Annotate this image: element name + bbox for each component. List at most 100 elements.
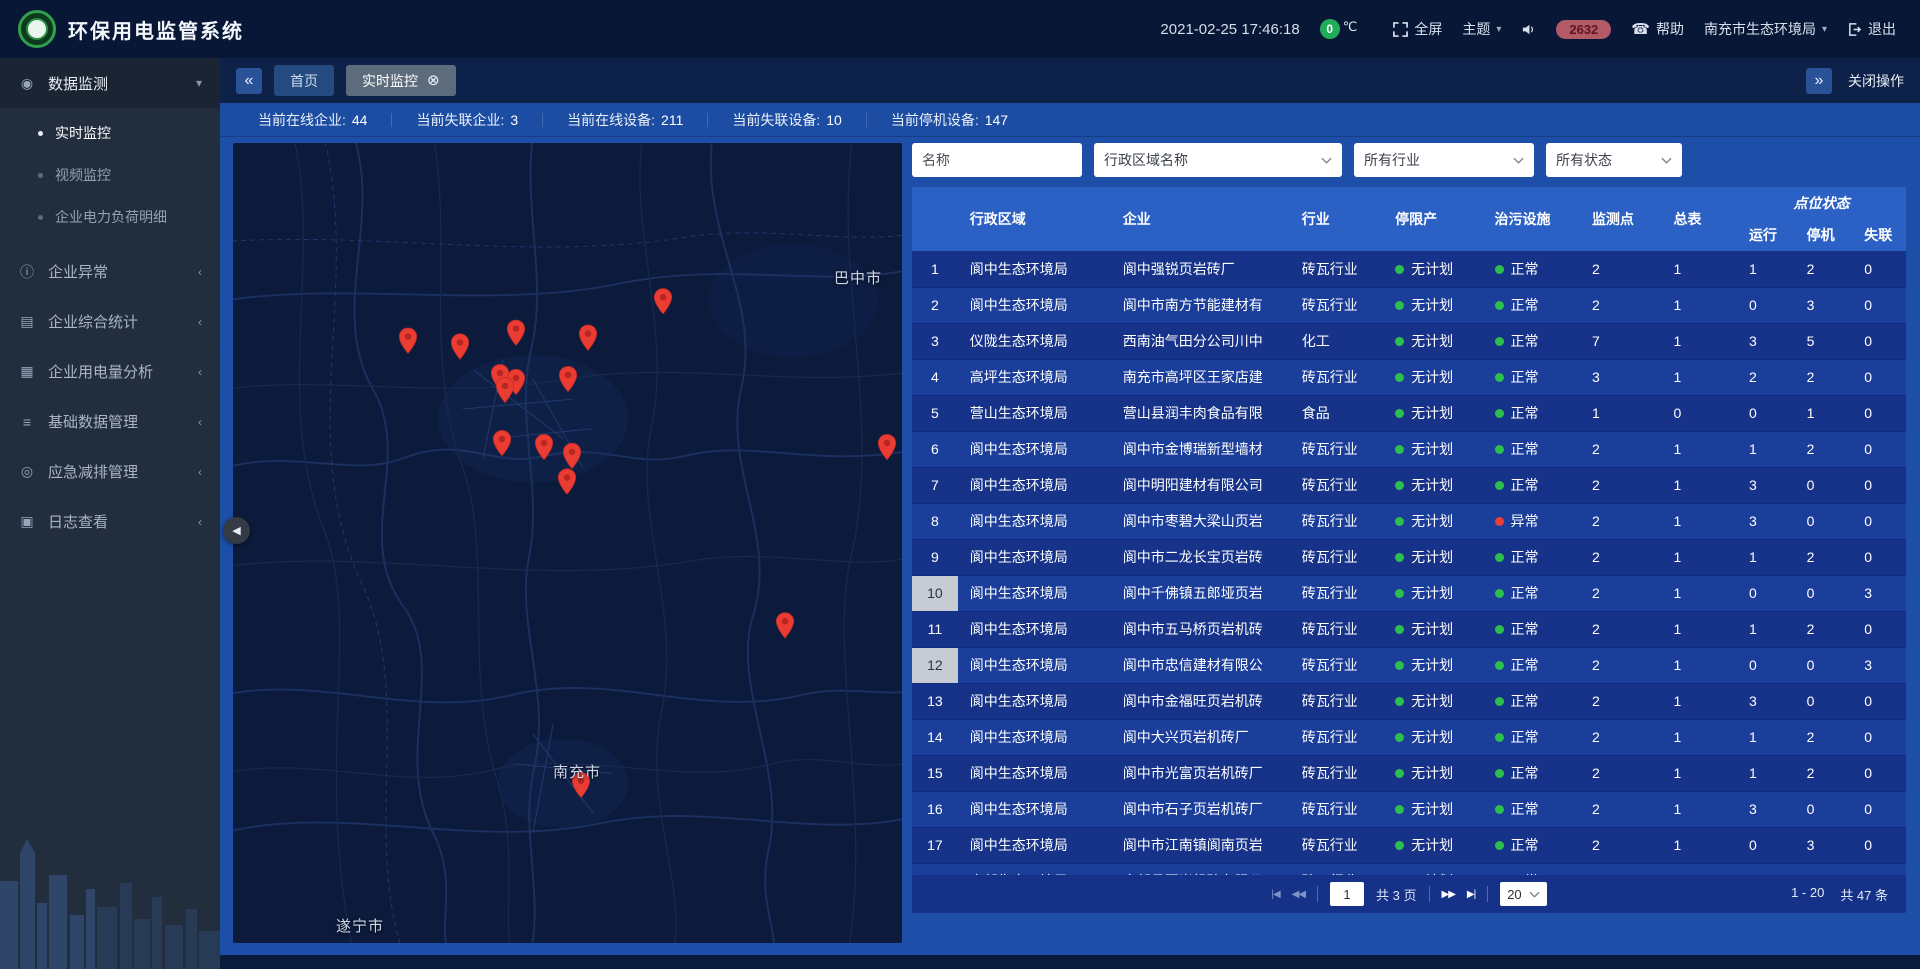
table-row[interactable]: 9 阆中生态环境局 阆中市二龙长宝页岩砖 砖瓦行业 无计划 正常 2 1 1 bbox=[912, 539, 1906, 575]
row-stopped: 0 bbox=[1795, 575, 1853, 611]
table-row[interactable]: 14 阆中生态环境局 阆中大兴页岩机砖厂 砖瓦行业 无计划 正常 2 1 1 bbox=[912, 719, 1906, 755]
current-page-input[interactable]: 1 bbox=[1330, 882, 1364, 906]
row-company[interactable]: 阆中市枣碧大梁山页岩 bbox=[1111, 503, 1290, 539]
prev-page-button[interactable]: ◀◀ bbox=[1292, 889, 1305, 900]
table-row[interactable]: 11 阆中生态环境局 阆中市五马桥页岩机砖 砖瓦行业 无计划 正常 2 1 1 bbox=[912, 611, 1906, 647]
org-dropdown[interactable]: 南充市生态环境局 ▾ bbox=[1704, 19, 1827, 39]
sidebar-menu-item[interactable]: ◎ 应急减排管理 ‹ bbox=[0, 446, 220, 496]
row-company[interactable]: 阆中大兴页岩机砖厂 bbox=[1111, 719, 1290, 755]
col-production-limit: 停限产 bbox=[1383, 187, 1482, 251]
row-company[interactable]: 营山县润丰肉食品有限 bbox=[1111, 395, 1290, 431]
row-company[interactable]: 西南油气田分公司川中 bbox=[1111, 323, 1290, 359]
table-row[interactable]: 10 阆中生态环境局 阆中千佛镇五郎垭页岩 砖瓦行业 无计划 正常 2 1 0 bbox=[912, 575, 1906, 611]
row-offline: 0 bbox=[1852, 683, 1906, 719]
row-company[interactable]: 阆中千佛镇五郎垭页岩 bbox=[1111, 575, 1290, 611]
row-industry: 砖瓦行业 bbox=[1290, 719, 1383, 755]
chevron-collapsed-icon: ‹ bbox=[198, 365, 202, 379]
table-row[interactable]: 2 阆中生态环境局 阆中市南方节能建材有 砖瓦行业 无计划 正常 2 1 0 bbox=[912, 287, 1906, 323]
page-size-select[interactable]: 20 bbox=[1500, 882, 1546, 906]
row-monitor-points: 1 bbox=[1580, 395, 1662, 431]
map-pin-icon[interactable] bbox=[579, 325, 596, 350]
table-row[interactable]: 4 高坪生态环境局 南充市高坪区王家店建 砖瓦行业 无计划 正常 3 1 2 bbox=[912, 359, 1906, 395]
sidebar-submenu-item[interactable]: 视频监控 bbox=[0, 154, 220, 196]
tab-realtime-monitor[interactable]: 实时监控 ⊗ bbox=[346, 65, 456, 96]
row-company[interactable]: 阆中市金福旺页岩机砖 bbox=[1111, 683, 1290, 719]
map-pin-icon[interactable] bbox=[451, 334, 468, 359]
row-company[interactable]: 阆中市二龙长宝页岩砖 bbox=[1111, 539, 1290, 575]
row-monitor-points: 7 bbox=[1580, 323, 1662, 359]
row-company[interactable]: 阆中市五马桥页岩机砖 bbox=[1111, 611, 1290, 647]
sidebar-menu-item[interactable]: ⓘ 企业异常 ‹ bbox=[0, 246, 220, 296]
col-index bbox=[912, 187, 958, 251]
region-filter-select[interactable]: 行政区域名称 bbox=[1094, 143, 1342, 177]
table-row[interactable]: 7 阆中生态环境局 阆中明阳建材有限公司 砖瓦行业 无计划 正常 2 1 3 bbox=[912, 467, 1906, 503]
sidebar-submenu-item[interactable]: 实时监控 bbox=[0, 112, 220, 154]
stats-bar: 当前在线企业: 44 当前失联企业: 3 当前在线设备: 211 当前失联设备:… bbox=[220, 103, 1920, 137]
theme-dropdown[interactable]: 主题 ▾ bbox=[1462, 19, 1501, 39]
logout-button[interactable]: 退出 bbox=[1847, 19, 1896, 39]
map-pin-icon[interactable] bbox=[654, 289, 671, 314]
sidebar-menu-item[interactable]: ≡ 基础数据管理 ‹ bbox=[0, 396, 220, 446]
table-row[interactable]: 8 阆中生态环境局 阆中市枣碧大梁山页岩 砖瓦行业 无计划 异常 2 1 3 bbox=[912, 503, 1906, 539]
table-row[interactable]: 3 仪陇生态环境局 西南油气田分公司川中 化工 无计划 正常 7 1 3 5 bbox=[912, 323, 1906, 359]
row-region: 南部生态环境局 bbox=[958, 863, 1111, 875]
row-company[interactable]: 南充市高坪区王家店建 bbox=[1111, 359, 1290, 395]
map-pin-icon[interactable] bbox=[776, 613, 793, 638]
row-company[interactable]: 阆中市南方节能建材有 bbox=[1111, 287, 1290, 323]
row-company[interactable]: 阆中市石子页岩机砖厂 bbox=[1111, 791, 1290, 827]
table-row[interactable]: 13 阆中生态环境局 阆中市金福旺页岩机砖 砖瓦行业 无计划 正常 2 1 3 bbox=[912, 683, 1906, 719]
row-total-meter: 1 bbox=[1661, 755, 1737, 791]
tab-home[interactable]: 首页 bbox=[274, 65, 334, 96]
map-pin-icon[interactable] bbox=[399, 328, 416, 353]
table-row[interactable]: 1 阆中生态环境局 阆中强锐页岩砖厂 砖瓦行业 无计划 正常 2 1 1 2 bbox=[912, 251, 1906, 287]
row-company[interactable]: 阆中市忠信建材有限公 bbox=[1111, 647, 1290, 683]
row-stopped: 3 bbox=[1795, 863, 1853, 875]
main-content: 巴中市 南充市 遂宁市 ◀ 行政区域名称 所有行业 bbox=[220, 137, 1920, 955]
map-pin-icon[interactable] bbox=[507, 320, 524, 345]
chevron-collapsed-icon: ‹ bbox=[198, 465, 202, 479]
row-company[interactable]: 阆中市金博瑞新型墙材 bbox=[1111, 431, 1290, 467]
sidebar-menu-item[interactable]: ▤ 企业综合统计 ‹ bbox=[0, 296, 220, 346]
row-company[interactable]: 阆中市江南镇阆南页岩 bbox=[1111, 827, 1290, 863]
row-industry: 砖瓦行业 bbox=[1290, 431, 1383, 467]
sidebar-menu-item[interactable]: ▣ 日志查看 ‹ bbox=[0, 496, 220, 546]
table-row[interactable]: 16 阆中生态环境局 阆中市石子页岩机砖厂 砖瓦行业 无计划 正常 2 1 3 bbox=[912, 791, 1906, 827]
row-company[interactable]: 南部县页岩机砖有限公 bbox=[1111, 863, 1290, 875]
table-row[interactable]: 12 阆中生态环境局 阆中市忠信建材有限公 砖瓦行业 无计划 正常 2 1 0 bbox=[912, 647, 1906, 683]
fullscreen-button[interactable]: 全屏 bbox=[1393, 19, 1442, 39]
industry-filter-select[interactable]: 所有行业 bbox=[1354, 143, 1534, 177]
row-monitor-points: 2 bbox=[1580, 647, 1662, 683]
table-row[interactable]: 15 阆中生态环境局 阆中市光富页岩机砖厂 砖瓦行业 无计划 正常 2 1 1 bbox=[912, 755, 1906, 791]
row-company[interactable]: 阆中强锐页岩砖厂 bbox=[1111, 251, 1290, 287]
table-row[interactable]: 18 南部生态环境局 南部县页岩机砖有限公 砖瓦行业 无计划 正常 2 1 0 bbox=[912, 863, 1906, 875]
sidebar-item-data-monitor[interactable]: ◉ 数据监测 ▾ bbox=[0, 58, 220, 108]
close-operations-button[interactable]: 关闭操作 bbox=[1848, 71, 1904, 91]
row-offline: 0 bbox=[1852, 287, 1906, 323]
notice-count-badge[interactable]: 2632 bbox=[1556, 20, 1611, 39]
table-row[interactable]: 6 阆中生态环境局 阆中市金博瑞新型墙材 砖瓦行业 无计划 正常 2 1 1 bbox=[912, 431, 1906, 467]
map-panel[interactable]: 巴中市 南充市 遂宁市 bbox=[233, 143, 902, 943]
next-page-button[interactable]: ▶▶ bbox=[1442, 889, 1455, 900]
tab-close-icon[interactable]: ⊗ bbox=[427, 73, 440, 88]
row-running: 0 bbox=[1737, 395, 1795, 431]
table-row[interactable]: 5 营山生态环境局 营山县润丰肉食品有限 食品 无计划 正常 1 0 0 1 bbox=[912, 395, 1906, 431]
map-pin-icon[interactable] bbox=[878, 434, 895, 459]
first-page-button[interactable]: |◀ bbox=[1271, 889, 1279, 900]
status-filter-select[interactable]: 所有状态 bbox=[1546, 143, 1682, 177]
help-button[interactable]: ☎ 帮助 bbox=[1631, 19, 1684, 39]
name-filter-input[interactable] bbox=[912, 143, 1082, 177]
map-pin-icon[interactable] bbox=[558, 469, 575, 494]
sidebar-collapse-button[interactable]: ◀ bbox=[223, 517, 250, 544]
sidebar-menu-item[interactable]: ▦ 企业用电量分析 ‹ bbox=[0, 346, 220, 396]
tabs-scroll-left-button[interactable]: « bbox=[236, 68, 262, 94]
announcement-button[interactable] bbox=[1521, 22, 1536, 37]
row-treatment-facility: 正常 bbox=[1483, 611, 1580, 647]
company-list-panel: 行政区域名称 所有行业 所有状态 bbox=[912, 143, 1906, 913]
row-company[interactable]: 阆中明阳建材有限公司 bbox=[1111, 467, 1290, 503]
sidebar-submenu-item[interactable]: 企业电力负荷明细 bbox=[0, 196, 220, 238]
row-company[interactable]: 阆中市光富页岩机砖厂 bbox=[1111, 755, 1290, 791]
stat-value: 10 bbox=[826, 113, 842, 127]
tabs-scroll-right-button[interactable]: » bbox=[1806, 68, 1832, 94]
table-row[interactable]: 17 阆中生态环境局 阆中市江南镇阆南页岩 砖瓦行业 无计划 正常 2 1 0 bbox=[912, 827, 1906, 863]
last-page-button[interactable]: ▶| bbox=[1467, 889, 1475, 900]
